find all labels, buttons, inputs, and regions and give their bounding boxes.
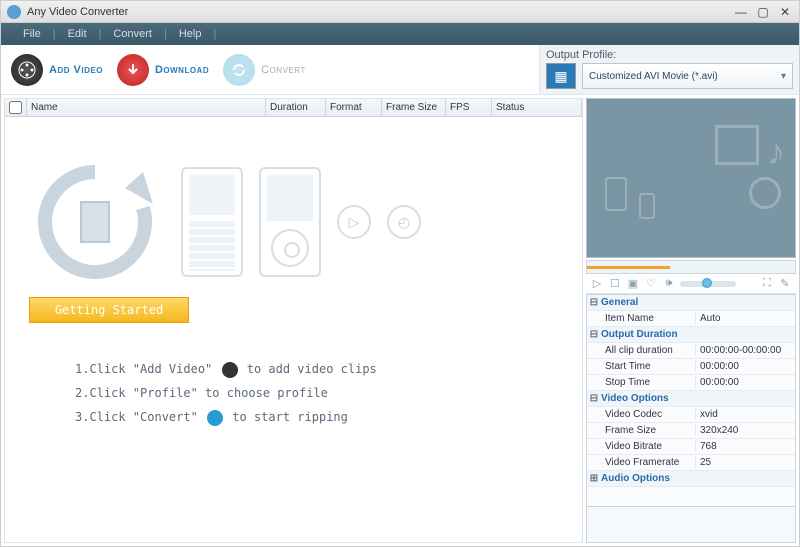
empty-state-illustration: ▷ ◴ [25, 147, 562, 297]
preview-area: ♪ [586, 98, 796, 258]
seek-bar[interactable] [586, 260, 796, 274]
phone-ghost-icon [605, 177, 627, 211]
volume-icon[interactable]: 🕪 [662, 277, 676, 291]
convert-button[interactable]: Convert [223, 54, 306, 86]
prop-start-time[interactable]: Start Time00:00:00 [587, 359, 795, 375]
filmstrip-ghost-icon [715, 125, 759, 165]
ipod-ghost-icon [639, 193, 655, 219]
ipod-device-icon [259, 167, 321, 277]
prop-video-framerate[interactable]: Video Framerate25 [587, 455, 795, 471]
column-name[interactable]: Name [27, 99, 266, 116]
minimize-button[interactable]: — [733, 5, 749, 19]
title-bar: Any Video Converter — ▢ ✕ [1, 1, 799, 23]
app-logo-icon [7, 5, 21, 19]
getting-started-button[interactable]: Getting Started [29, 297, 189, 323]
chevron-down-icon: ▾ [781, 71, 786, 82]
collapse-icon[interactable]: ⊟ [587, 393, 601, 404]
window-title: Any Video Converter [27, 6, 727, 18]
expand-icon[interactable]: ⊞ [587, 473, 601, 484]
properties-footer [586, 507, 796, 543]
add-video-label: Add Video [49, 64, 103, 76]
step-2: 2.Click "Profile" to choose profile [75, 381, 377, 405]
menu-bar: File| Edit| Convert| Help| [1, 23, 799, 45]
prop-item-name[interactable]: Item NameAuto [587, 311, 795, 327]
table-header: Name Duration Format Frame Size FPS Stat… [5, 99, 582, 117]
convert-label: Convert [261, 64, 306, 76]
convert-inline-icon [207, 410, 223, 426]
refresh-arrow-icon [25, 152, 165, 292]
player-controls: ▷ ☐ ▣ ♡ 🕪 ⛶ ✎ [586, 274, 796, 294]
section-general[interactable]: ⊟General [587, 295, 795, 311]
menu-file[interactable]: File [11, 28, 53, 40]
menu-edit[interactable]: Edit [56, 28, 99, 40]
right-pane: ♪ ▷ ☐ ▣ ♡ 🕪 ⛶ ✎ ⊟General Item NameAuto ⊟… [586, 98, 796, 543]
empty-state: ▷ ◴ Getting Started 1.Click "Add Video" … [5, 117, 582, 542]
file-list-pane: Name Duration Format Frame Size FPS Stat… [4, 98, 583, 543]
step-3: 3.Click "Convert" to start ripping [75, 405, 377, 429]
close-button[interactable]: ✕ [777, 5, 793, 19]
column-duration[interactable]: Duration [266, 99, 326, 116]
prop-video-bitrate[interactable]: Video Bitrate768 [587, 439, 795, 455]
add-video-button[interactable]: Add Video [11, 54, 103, 86]
settings-icon[interactable]: ✎ [778, 277, 792, 291]
output-profile-icon[interactable]: ▦ [546, 63, 576, 89]
column-format[interactable]: Format [326, 99, 382, 116]
column-frame-size[interactable]: Frame Size [382, 99, 446, 116]
output-profile-panel: Output Profile: ▦ Customized AVI Movie (… [539, 45, 799, 94]
music-note-ghost-icon: ♪ [767, 131, 785, 173]
maximize-button[interactable]: ▢ [755, 5, 771, 19]
menu-help[interactable]: Help [167, 28, 214, 40]
properties-panel: ⊟General Item NameAuto ⊟Output Duration … [586, 294, 796, 507]
film-reel-icon [11, 54, 43, 86]
menu-convert[interactable]: Convert [101, 28, 164, 40]
stop-button-icon[interactable]: ☐ [608, 277, 622, 291]
section-video-options[interactable]: ⊟Video Options [587, 391, 795, 407]
convert-icon [223, 54, 255, 86]
prop-all-clip-duration[interactable]: All clip duration00:00:00-00:00:00 [587, 343, 795, 359]
select-all-checkbox[interactable] [9, 101, 22, 114]
snapshot-icon[interactable]: ▣ [626, 277, 640, 291]
step-1: 1.Click "Add Video" to add video clips [75, 357, 377, 381]
film-inline-icon [222, 362, 238, 378]
collapse-icon[interactable]: ⊟ [587, 329, 601, 340]
toolbar: Add Video Download Convert Output Profil… [1, 45, 799, 95]
download-label: Download [155, 64, 209, 76]
output-profile-dropdown[interactable]: Customized AVI Movie (*.avi) ▾ [582, 63, 793, 89]
download-icon [117, 54, 149, 86]
section-audio-options[interactable]: ⊞Audio Options [587, 471, 795, 487]
volume-slider[interactable] [680, 281, 736, 287]
output-profile-label: Output Profile: [546, 49, 793, 61]
prop-video-codec[interactable]: Video Codecxvid [587, 407, 795, 423]
disc-ghost-icon [749, 177, 781, 209]
prop-stop-time[interactable]: Stop Time00:00:00 [587, 375, 795, 391]
section-output-duration[interactable]: ⊟Output Duration [587, 327, 795, 343]
fullscreen-icon[interactable]: ⛶ [760, 277, 774, 291]
heart-icon[interactable]: ♡ [644, 277, 658, 291]
play-button-icon[interactable]: ▷ [590, 277, 604, 291]
column-fps[interactable]: FPS [446, 99, 492, 116]
column-status[interactable]: Status [492, 99, 582, 116]
download-button[interactable]: Download [117, 54, 209, 86]
phone-device-icon [181, 167, 243, 277]
play-circle-icon: ▷ [337, 205, 371, 239]
collapse-icon[interactable]: ⊟ [587, 297, 601, 308]
output-profile-value: Customized AVI Movie (*.avi) [589, 71, 718, 82]
column-checkbox[interactable] [5, 99, 27, 116]
getting-started-steps: 1.Click "Add Video" to add video clips 2… [75, 357, 377, 429]
gauge-circle-icon: ◴ [387, 205, 421, 239]
prop-frame-size[interactable]: Frame Size320x240 [587, 423, 795, 439]
